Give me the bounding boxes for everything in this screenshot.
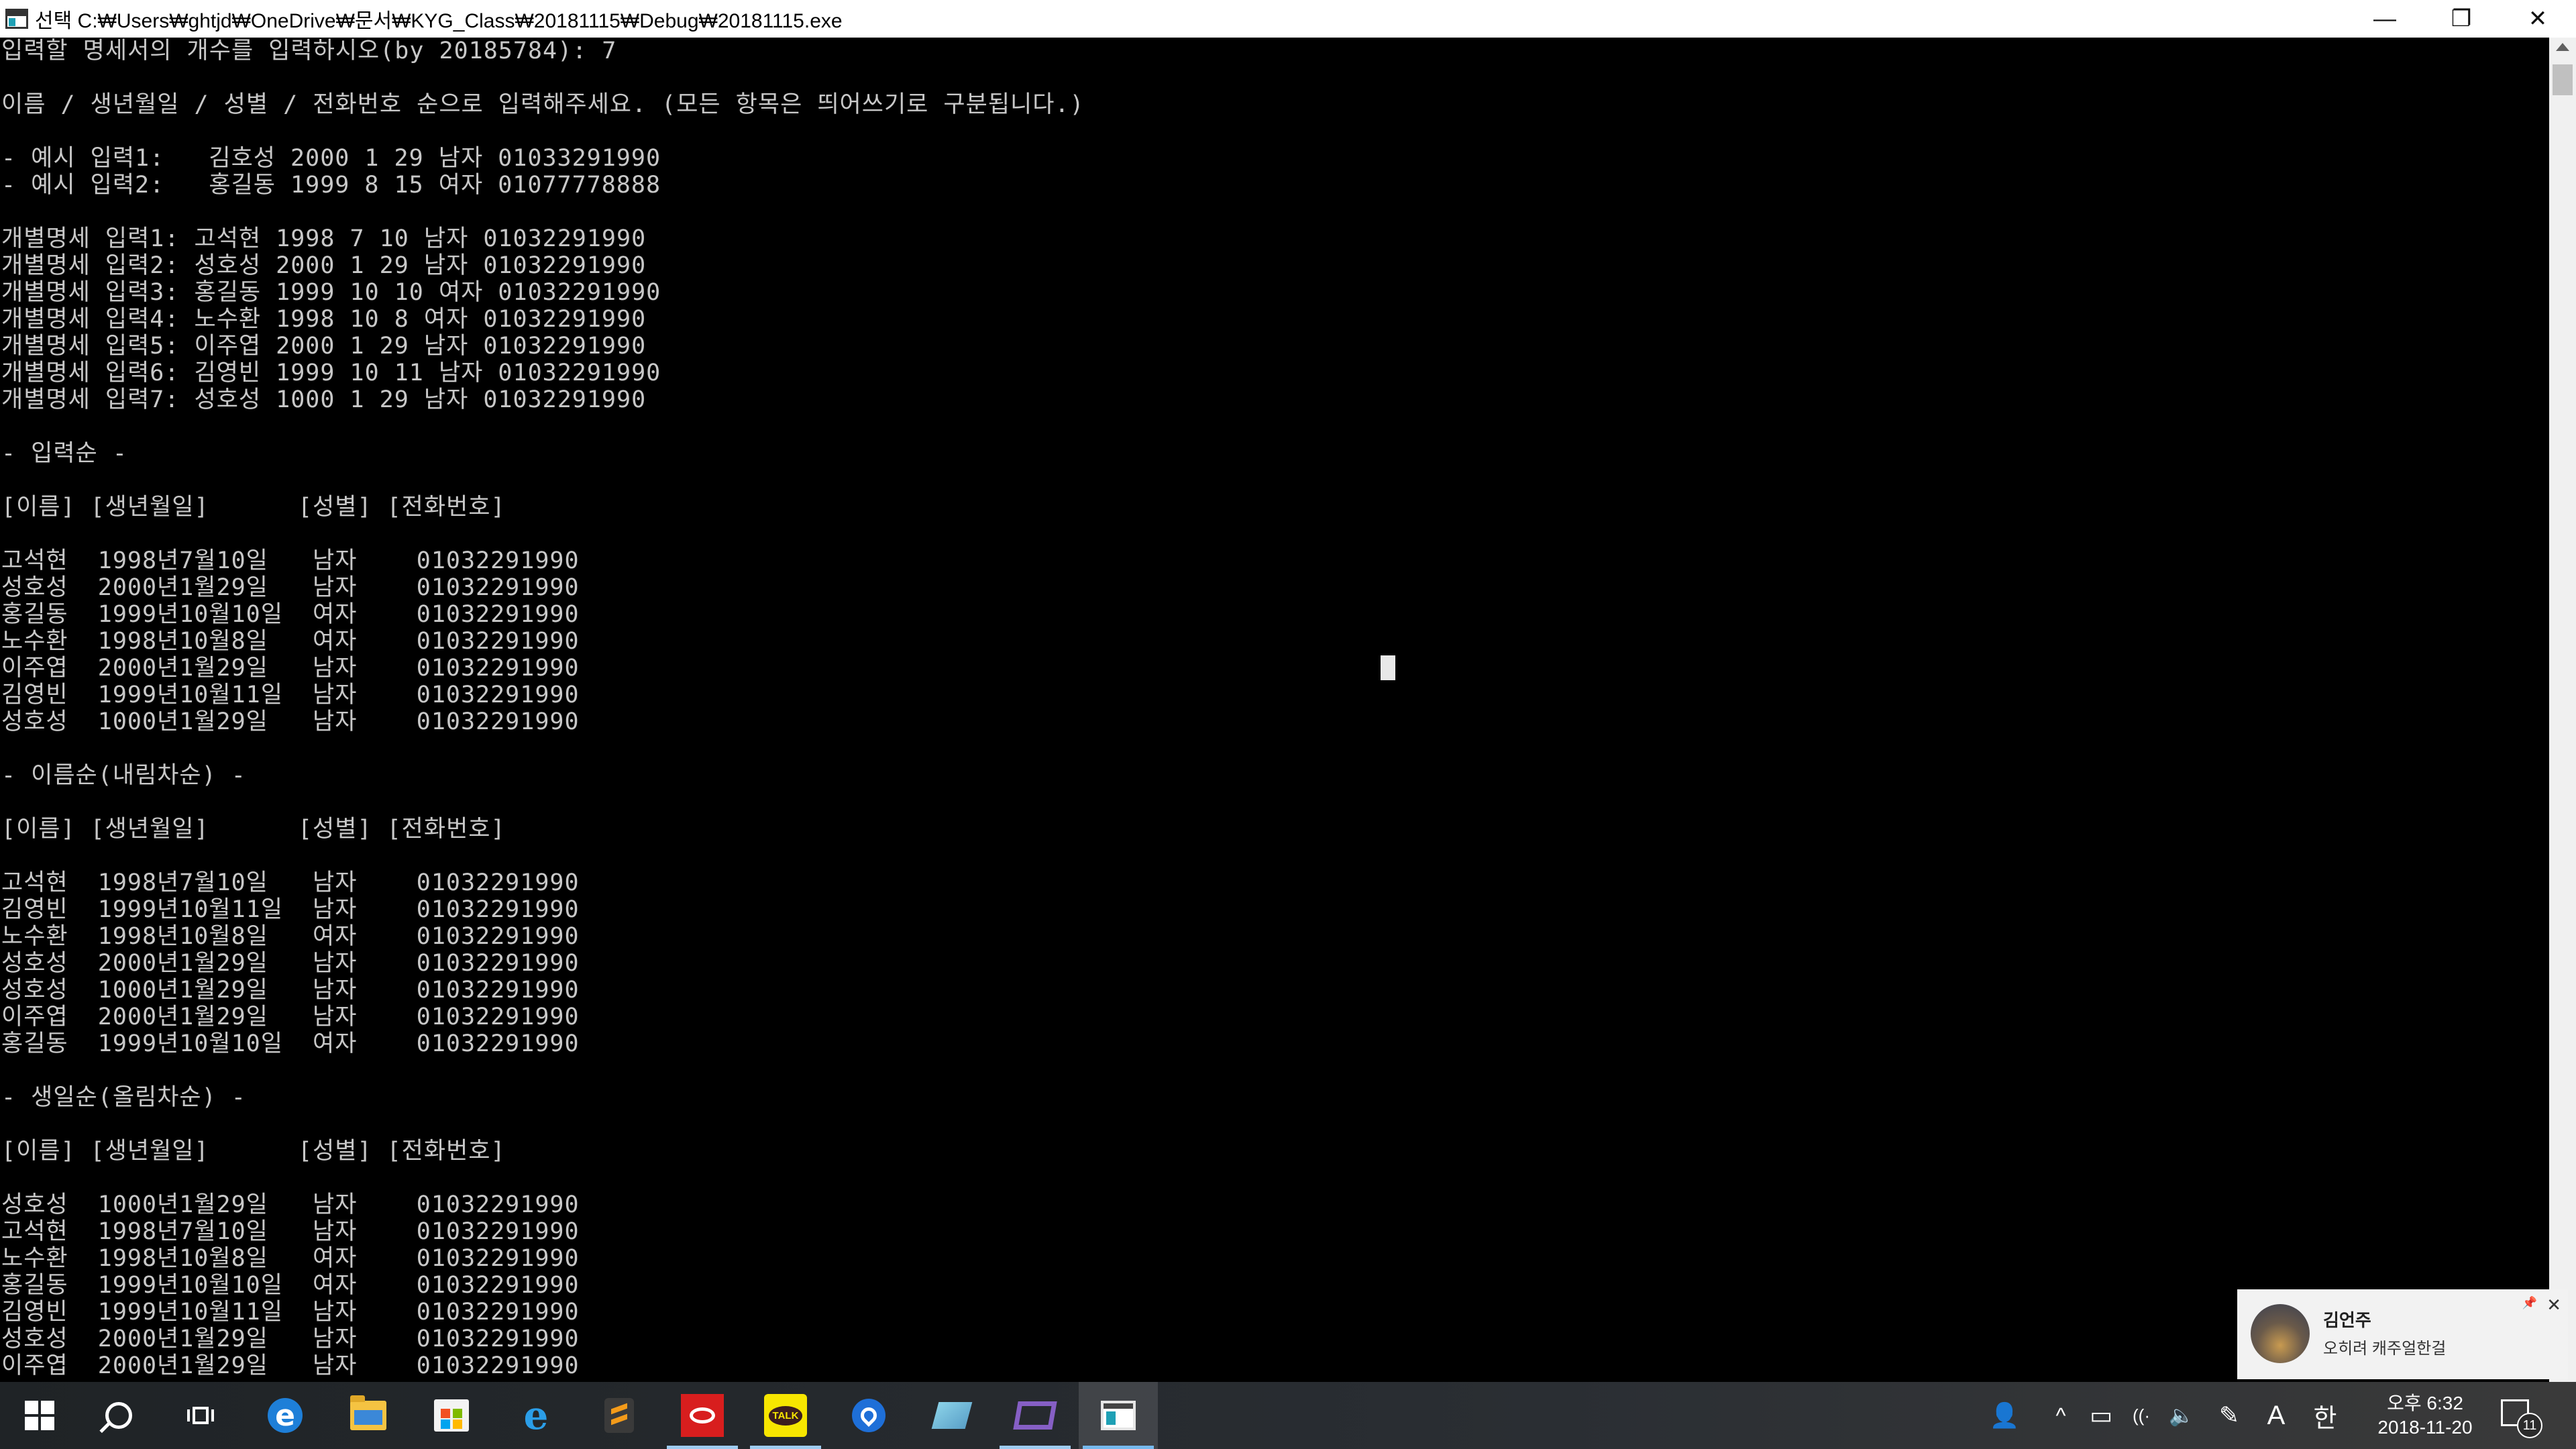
console-line: 개별명세 입력2: 성호성 2000 1 29 남자 01032291990 <box>1 252 647 279</box>
edge-icon: e <box>268 1398 303 1433</box>
vertical-scrollbar[interactable] <box>2549 38 2576 1382</box>
notification-count-badge: 11 <box>2517 1413 2542 1438</box>
console-output[interactable]: 입력할 명세서의 개수를 입력하시오(by 20185784): 7 이름 / … <box>0 38 2549 1382</box>
console-line: [이름] [생년월일] [성별] [전화번호] <box>1 1138 506 1165</box>
console-line: - 예시 입력2: 홍길동 1999 8 15 여자 01077778888 <box>1 172 661 199</box>
wifi-icon[interactable]: ((· <box>2125 1382 2157 1449</box>
console-line: - 예시 입력1: 김호성 2000 1 29 남자 01033291990 <box>1 145 661 172</box>
task-view-button[interactable] <box>161 1382 240 1449</box>
console-line: 개별명세 입력3: 홍길동 1999 10 10 여자 01032291990 <box>1 279 661 306</box>
store-button[interactable] <box>412 1382 491 1449</box>
battery-icon[interactable]: ▭ <box>2085 1382 2117 1449</box>
console-line: 성호성 2000년1월29일 남자 01032291990 <box>1 950 580 977</box>
minimize-button[interactable]: — <box>2347 0 2423 38</box>
notification-toast[interactable]: 김언주 오히려 캐주얼한걸 📌 ✕ <box>2237 1289 2568 1379</box>
console-line: - 입력순 - <box>1 440 127 467</box>
creative-cloud-button[interactable] <box>663 1382 742 1449</box>
console-line: 노수환 1998년10월8일 여자 01032291990 <box>1 923 580 950</box>
console-line: 입력할 명세서의 개수를 입력하시오(by 20185784): 7 <box>1 38 617 64</box>
console-line: 성호성 2000년1월29일 남자 01032291990 <box>1 574 580 601</box>
file-explorer-button[interactable] <box>329 1382 408 1449</box>
console-line: 개별명세 입력6: 김영빈 1999 10 11 남자 01032291990 <box>1 360 661 386</box>
window-title-bar[interactable]: 선택 C:₩Users₩ghtjd₩OneDrive₩문서₩KYG_Class₩… <box>0 0 2576 38</box>
task-view-icon <box>187 1404 214 1427</box>
sublime-icon <box>604 1398 634 1433</box>
console-line: 이주엽 2000년1월29일 남자 01032291990 <box>1 1352 580 1379</box>
console-line: 김영빈 1999년10월11일 남자 01032291990 <box>1 1299 580 1326</box>
scroll-up-arrow-icon[interactable] <box>2556 43 2569 51</box>
visual-studio-button[interactable] <box>996 1382 1075 1449</box>
folder-icon <box>350 1395 386 1430</box>
console-line: 이주엽 2000년1월29일 남자 01032291990 <box>1 655 580 682</box>
pin-icon[interactable]: 📌 <box>2522 1296 2537 1310</box>
console-line: - 생일순(올림차순) - <box>1 1084 246 1111</box>
ime-mode-indicator[interactable]: A <box>2259 1382 2293 1449</box>
console-line: 김영빈 1999년10월11일 남자 01032291990 <box>1 896 580 923</box>
internet-explorer-button[interactable]: e <box>496 1382 576 1449</box>
kakaotalk-icon: TALK <box>764 1394 807 1437</box>
console-line: 성호성 2000년1월29일 남자 01032291990 <box>1 1326 580 1352</box>
eraser-app-button[interactable] <box>912 1382 991 1449</box>
volume-icon[interactable]: 🔈 <box>2165 1382 2198 1449</box>
sublime-text-button[interactable] <box>580 1382 659 1449</box>
console-text: 입력할 명세서의 개수를 입력하시오(by 20185784): 7 이름 / … <box>0 38 2549 1379</box>
windows-icon <box>25 1401 54 1430</box>
start-button[interactable] <box>0 1382 79 1449</box>
eraser-icon <box>931 1402 973 1429</box>
search-button[interactable] <box>79 1382 158 1449</box>
kakaotalk-button[interactable]: TALK <box>746 1382 825 1449</box>
console-line: 개별명세 입력1: 고석현 1998 7 10 남자 01032291990 <box>1 225 647 252</box>
restore-button[interactable]: ❐ <box>2423 0 2500 38</box>
store-icon <box>434 1399 469 1432</box>
console-app-button[interactable] <box>1079 1382 1158 1449</box>
console-line: 고석현 1998년7월10일 남자 01032291990 <box>1 869 580 896</box>
notification-message: 오히려 캐주얼한걸 <box>2323 1340 2447 1358</box>
console-line: 홍길동 1999년10월10일 여자 01032291990 <box>1 1030 580 1057</box>
console-icon <box>1101 1401 1136 1430</box>
console-line: 개별명세 입력4: 노수환 1998 10 8 여자 01032291990 <box>1 306 647 333</box>
console-line: 성호성 1000년1월29일 남자 01032291990 <box>1 1191 580 1218</box>
console-line: [이름] [생년월일] [성별] [전화번호] <box>1 494 506 521</box>
console-line: - 이름순(내림차순) - <box>1 762 246 789</box>
ime-language-indicator[interactable]: 한 <box>2306 1382 2344 1449</box>
console-line: [이름] [생년월일] [성별] [전화번호] <box>1 816 506 843</box>
console-line: 홍길동 1999년10월10일 여자 01032291990 <box>1 601 580 628</box>
clock-time: 오후 6:32 <box>2387 1393 2463 1413</box>
console-line: 홍길동 1999년10월10일 여자 01032291990 <box>1 1272 580 1299</box>
close-button[interactable]: ✕ <box>2500 0 2576 38</box>
window-title: 선택 C:₩Users₩ghtjd₩OneDrive₩문서₩KYG_Class₩… <box>35 10 843 32</box>
edge-button[interactable]: e <box>246 1382 325 1449</box>
taskbar: e e TALK 👤 ^ ▭ ((· 🔈 ✎ A 한 오후 6:32 2018-… <box>0 1382 2576 1449</box>
notification-sender: 김언주 <box>2323 1310 2371 1330</box>
console-line: 개별명세 입력7: 성호성 1000 1 29 남자 01032291990 <box>1 386 647 413</box>
console-line: 성호성 1000년1월29일 남자 01032291990 <box>1 708 580 735</box>
visual-studio-icon <box>1016 1396 1055 1435</box>
notification-close-button[interactable]: ✕ <box>2546 1295 2561 1316</box>
search-icon <box>105 1402 132 1429</box>
ie-icon: e <box>523 1393 549 1438</box>
console-line: 성호성 1000년1월29일 남자 01032291990 <box>1 977 580 1004</box>
creative-cloud-icon <box>681 1394 724 1437</box>
text-cursor <box>1381 655 1395 680</box>
console-line: 이주엽 2000년1월29일 남자 01032291990 <box>1 1004 580 1030</box>
console-app-icon <box>5 9 28 29</box>
scrollbar-thumb[interactable] <box>2553 64 2573 95</box>
pen-workspace-icon[interactable]: ✎ <box>2212 1382 2246 1449</box>
console-line: 고석현 1998년7월10일 남자 01032291990 <box>1 1218 580 1245</box>
people-icon[interactable]: 👤 <box>1986 1382 2023 1449</box>
taskbar-clock[interactable]: 오후 6:32 2018-11-20 <box>2371 1391 2479 1440</box>
sender-avatar <box>2251 1304 2310 1363</box>
console-line: 노수환 1998년10월8일 여자 01032291990 <box>1 1245 580 1272</box>
maps-icon <box>852 1399 885 1432</box>
maps-button[interactable] <box>829 1382 908 1449</box>
show-hidden-icons-chevron-icon[interactable]: ^ <box>2046 1382 2076 1449</box>
clock-date: 2018-11-20 <box>2377 1417 2473 1438</box>
console-line: 고석현 1998년7월10일 남자 01032291990 <box>1 547 580 574</box>
window-controls: — ❐ ✕ <box>2347 0 2576 38</box>
console-line: 김영빈 1999년10월11일 남자 01032291990 <box>1 682 580 708</box>
console-line: 개별명세 입력5: 이주엽 2000 1 29 남자 01032291990 <box>1 333 647 360</box>
console-line: 노수환 1998년10월8일 여자 01032291990 <box>1 628 580 655</box>
console-line: 이름 / 생년월일 / 성별 / 전화번호 순으로 입력해주세요. (모든 항목… <box>1 91 1085 118</box>
